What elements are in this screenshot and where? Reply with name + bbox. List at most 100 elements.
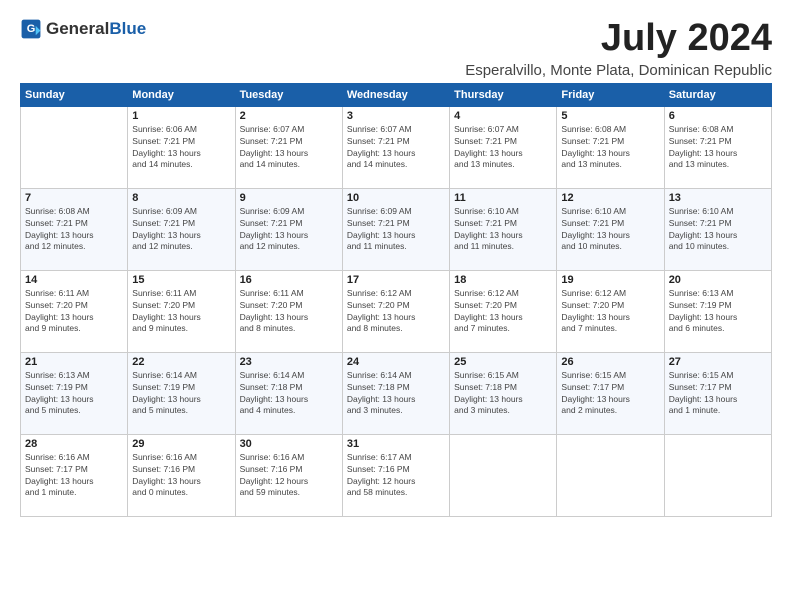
calendar-cell: [664, 434, 771, 516]
calendar-cell: 13 Sunrise: 6:10 AM Sunset: 7:21 PM Dayli…: [664, 188, 771, 270]
calendar-cell: 27 Sunrise: 6:15 AM Sunset: 7:17 PM Dayli…: [664, 352, 771, 434]
calendar-cell: 21 Sunrise: 6:13 AM Sunset: 7:19 PM Dayli…: [21, 352, 128, 434]
day-number: 21: [25, 356, 123, 368]
calendar-cell: 28 Sunrise: 6:16 AM Sunset: 7:17 PM Dayli…: [21, 434, 128, 516]
day-number: 14: [25, 274, 123, 286]
day-info: Sunrise: 6:15 AM Sunset: 7:18 PM Dayligh…: [454, 370, 552, 418]
day-info: Sunrise: 6:13 AM Sunset: 7:19 PM Dayligh…: [25, 370, 123, 418]
calendar-cell: 20Sunrise: 6:13 AM Sunset: 7:19 PM Dayli…: [664, 270, 771, 352]
day-number: 15: [132, 274, 230, 286]
day-info: Sunrise: 6:07 AM Sunset: 7:21 PM Dayligh…: [240, 124, 338, 172]
calendar-cell: 26Sunrise: 6:15 AM Sunset: 7:17 PM Dayli…: [557, 352, 664, 434]
calendar-cell: 29 Sunrise: 6:16 AM Sunset: 7:16 PM Dayli…: [128, 434, 235, 516]
svg-text:G: G: [27, 23, 36, 35]
day-info: Sunrise: 6:11 AM Sunset: 7:20 PM Dayligh…: [25, 288, 123, 336]
day-number: 9: [240, 192, 338, 204]
calendar-cell: 12 Sunrise: 6:10 AM Sunset: 7:21 PM Dayli…: [557, 188, 664, 270]
calendar-cell: 15 Sunrise: 6:11 AM Sunset: 7:20 PM Dayli…: [128, 270, 235, 352]
calendar-cell: [557, 434, 664, 516]
calendar-cell: 8 Sunrise: 6:09 AM Sunset: 7:21 PM Daylig…: [128, 188, 235, 270]
day-info: Sunrise: 6:16 AM Sunset: 7:16 PM Dayligh…: [240, 452, 338, 500]
header-sunday: Sunday: [21, 83, 128, 106]
day-number: 23: [240, 356, 338, 368]
title-block: July 2024 Esperalvillo, Monte Plata, Dom…: [465, 18, 772, 79]
day-number: 29: [132, 438, 230, 450]
day-info: Sunrise: 6:09 AM Sunset: 7:21 PM Dayligh…: [347, 206, 445, 254]
day-number: 31: [347, 438, 445, 450]
calendar-cell: 4 Sunrise: 6:07 AM Sunset: 7:21 PM Daylig…: [450, 106, 557, 188]
day-info: Sunrise: 6:12 AM Sunset: 7:20 PM Dayligh…: [347, 288, 445, 336]
calendar-cell: 14 Sunrise: 6:11 AM Sunset: 7:20 PM Dayli…: [21, 270, 128, 352]
day-info: Sunrise: 6:09 AM Sunset: 7:21 PM Dayligh…: [132, 206, 230, 254]
day-number: 10: [347, 192, 445, 204]
header-monday: Monday: [128, 83, 235, 106]
day-number: 2: [240, 110, 338, 122]
header-saturday: Saturday: [664, 83, 771, 106]
day-info: Sunrise: 6:12 AM Sunset: 7:20 PM Dayligh…: [561, 288, 659, 336]
calendar-week-3: 14 Sunrise: 6:11 AM Sunset: 7:20 PM Dayli…: [21, 270, 772, 352]
day-info: Sunrise: 6:14 AM Sunset: 7:18 PM Dayligh…: [240, 370, 338, 418]
logo-text-blue: Blue: [109, 19, 146, 38]
day-info: Sunrise: 6:06 AM Sunset: 7:21 PM Dayligh…: [132, 124, 230, 172]
day-info: Sunrise: 6:14 AM Sunset: 7:19 PM Dayligh…: [132, 370, 230, 418]
calendar-cell: [21, 106, 128, 188]
calendar-cell: 17 Sunrise: 6:12 AM Sunset: 7:20 PM Dayli…: [342, 270, 449, 352]
day-number: 24: [347, 356, 445, 368]
calendar-week-4: 21 Sunrise: 6:13 AM Sunset: 7:19 PM Dayli…: [21, 352, 772, 434]
calendar-cell: 23 Sunrise: 6:14 AM Sunset: 7:18 PM Dayli…: [235, 352, 342, 434]
day-number: 25: [454, 356, 552, 368]
day-number: 12: [561, 192, 659, 204]
calendar-cell: 11Sunrise: 6:10 AM Sunset: 7:21 PM Dayli…: [450, 188, 557, 270]
calendar-cell: 22Sunrise: 6:14 AM Sunset: 7:19 PM Dayli…: [128, 352, 235, 434]
day-number: 18: [454, 274, 552, 286]
day-number: 26: [561, 356, 659, 368]
calendar-cell: 25 Sunrise: 6:15 AM Sunset: 7:18 PM Dayli…: [450, 352, 557, 434]
day-number: 4: [454, 110, 552, 122]
day-number: 8: [132, 192, 230, 204]
day-info: Sunrise: 6:15 AM Sunset: 7:17 PM Dayligh…: [669, 370, 767, 418]
logo-icon: G: [20, 18, 42, 40]
day-info: Sunrise: 6:16 AM Sunset: 7:17 PM Dayligh…: [25, 452, 123, 500]
day-number: 30: [240, 438, 338, 450]
day-info: Sunrise: 6:08 AM Sunset: 7:21 PM Dayligh…: [25, 206, 123, 254]
header-wednesday: Wednesday: [342, 83, 449, 106]
day-number: 6: [669, 110, 767, 122]
calendar-cell: 3Sunrise: 6:07 AM Sunset: 7:21 PM Daylig…: [342, 106, 449, 188]
day-info: Sunrise: 6:16 AM Sunset: 7:16 PM Dayligh…: [132, 452, 230, 500]
calendar-cell: 5Sunrise: 6:08 AM Sunset: 7:21 PM Daylig…: [557, 106, 664, 188]
calendar-cell: 9 Sunrise: 6:09 AM Sunset: 7:21 PM Daylig…: [235, 188, 342, 270]
page-title: July 2024: [465, 18, 772, 60]
day-info: Sunrise: 6:10 AM Sunset: 7:21 PM Dayligh…: [669, 206, 767, 254]
calendar-header-row: SundayMondayTuesdayWednesdayThursdayFrid…: [21, 83, 772, 106]
day-number: 17: [347, 274, 445, 286]
calendar-cell: 24 Sunrise: 6:14 AM Sunset: 7:18 PM Dayli…: [342, 352, 449, 434]
calendar-cell: 18 Sunrise: 6:12 AM Sunset: 7:20 PM Dayli…: [450, 270, 557, 352]
calendar-cell: 7 Sunrise: 6:08 AM Sunset: 7:21 PM Daylig…: [21, 188, 128, 270]
header-friday: Friday: [557, 83, 664, 106]
day-info: Sunrise: 6:10 AM Sunset: 7:21 PM Dayligh…: [561, 206, 659, 254]
day-info: Sunrise: 6:13 AM Sunset: 7:19 PM Dayligh…: [669, 288, 767, 336]
day-number: 7: [25, 192, 123, 204]
calendar-week-5: 28 Sunrise: 6:16 AM Sunset: 7:17 PM Dayli…: [21, 434, 772, 516]
day-info: Sunrise: 6:14 AM Sunset: 7:18 PM Dayligh…: [347, 370, 445, 418]
location-subtitle: Esperalvillo, Monte Plata, Dominican Rep…: [465, 62, 772, 79]
day-number: 16: [240, 274, 338, 286]
header-thursday: Thursday: [450, 83, 557, 106]
day-number: 19: [561, 274, 659, 286]
calendar-cell: 10 Sunrise: 6:09 AM Sunset: 7:21 PM Dayli…: [342, 188, 449, 270]
calendar-week-2: 7 Sunrise: 6:08 AM Sunset: 7:21 PM Daylig…: [21, 188, 772, 270]
day-info: Sunrise: 6:07 AM Sunset: 7:21 PM Dayligh…: [454, 124, 552, 172]
day-number: 13: [669, 192, 767, 204]
day-number: 1: [132, 110, 230, 122]
day-info: Sunrise: 6:08 AM Sunset: 7:21 PM Dayligh…: [561, 124, 659, 172]
day-number: 28: [25, 438, 123, 450]
day-number: 27: [669, 356, 767, 368]
calendar-cell: 16Sunrise: 6:11 AM Sunset: 7:20 PM Dayli…: [235, 270, 342, 352]
day-info: Sunrise: 6:09 AM Sunset: 7:21 PM Dayligh…: [240, 206, 338, 254]
calendar-cell: [450, 434, 557, 516]
calendar-cell: 2 Sunrise: 6:07 AM Sunset: 7:21 PM Daylig…: [235, 106, 342, 188]
calendar-cell: 19 Sunrise: 6:12 AM Sunset: 7:20 PM Dayli…: [557, 270, 664, 352]
day-info: Sunrise: 6:07 AM Sunset: 7:21 PM Dayligh…: [347, 124, 445, 172]
day-info: Sunrise: 6:12 AM Sunset: 7:20 PM Dayligh…: [454, 288, 552, 336]
day-info: Sunrise: 6:11 AM Sunset: 7:20 PM Dayligh…: [132, 288, 230, 336]
